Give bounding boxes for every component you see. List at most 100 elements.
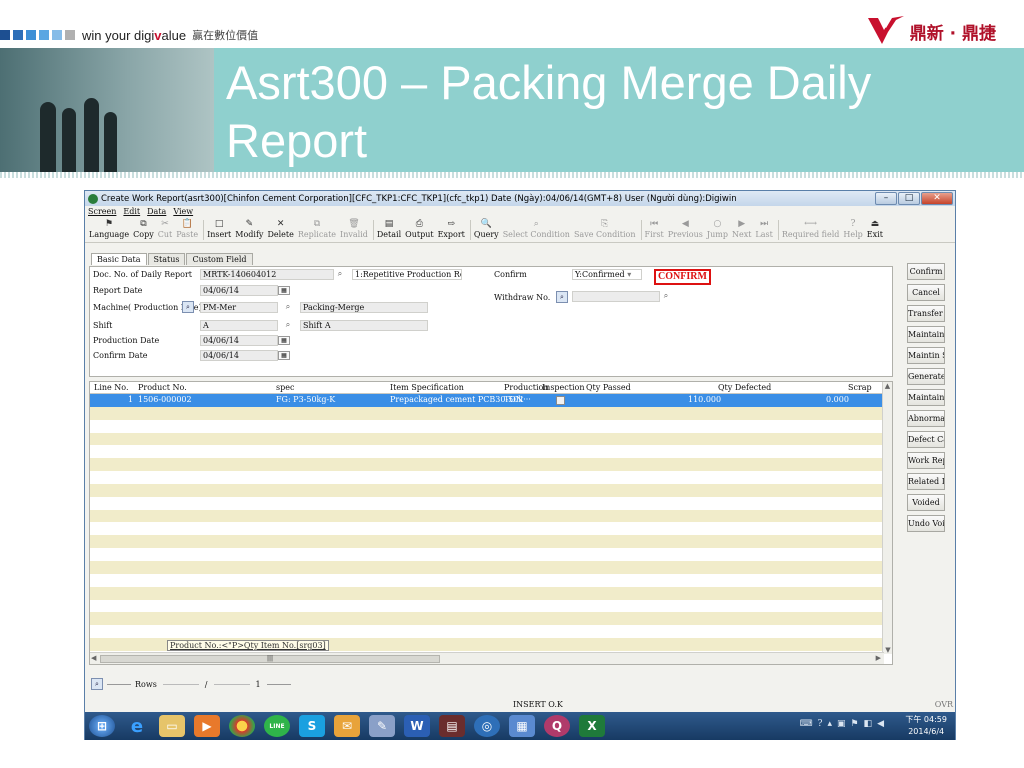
- word-icon[interactable]: W: [404, 715, 430, 737]
- inspection-checkbox[interactable]: [556, 396, 565, 405]
- cell-qty-defected[interactable]: 0.000: [826, 395, 849, 404]
- search-icon[interactable]: ⌕: [282, 320, 294, 331]
- calendar-icon[interactable]: ▦: [278, 286, 290, 295]
- search-icon[interactable]: ⌕: [660, 291, 672, 302]
- calendar-icon[interactable]: ▦: [278, 351, 290, 360]
- menu-view[interactable]: View: [173, 207, 193, 216]
- toolbar-detail-button[interactable]: ▤ Detail: [377, 219, 401, 242]
- search-app-icon[interactable]: Q: [544, 715, 570, 737]
- start-button-icon[interactable]: ⊞: [89, 715, 115, 737]
- toolbar-previous-button[interactable]: ◀ Previous: [668, 219, 703, 242]
- window-titlebar[interactable]: Create Work Report(asrt300)[Chinfon Ceme…: [85, 191, 955, 206]
- doc-no-field[interactable]: MRTK-140604012: [200, 269, 334, 280]
- toolbar-query-button[interactable]: 🔍 Query: [474, 219, 499, 242]
- confirm-date-field[interactable]: 04/06/14: [200, 350, 278, 361]
- tab-custom-field[interactable]: Custom Field: [186, 253, 253, 265]
- side-button-related-d[interactable]: Related D: [907, 473, 945, 490]
- minimize-button[interactable]: –: [875, 192, 897, 205]
- paint-icon[interactable]: ✎: [369, 715, 395, 737]
- report-type-select[interactable]: 1:Repetitive Production Report ▾: [352, 269, 462, 280]
- navigator-icon[interactable]: ⌕: [91, 678, 103, 690]
- maximize-button[interactable]: □: [898, 192, 920, 205]
- cell-line-no[interactable]: 1: [128, 395, 133, 404]
- network-app-icon[interactable]: ▦: [509, 715, 535, 737]
- machine-lookup-icon[interactable]: ⌕: [182, 301, 194, 313]
- tab-status[interactable]: Status: [147, 253, 186, 265]
- machine-field[interactable]: PM-Mer: [200, 302, 278, 313]
- toolbar-modify-button[interactable]: ✎ Modify: [235, 219, 263, 242]
- side-button-cancel[interactable]: Cancel: [907, 284, 945, 301]
- toolbar-delete-button[interactable]: ✕ Delete: [267, 219, 293, 242]
- toolbar-output-button[interactable]: ⎙ Output: [405, 219, 433, 242]
- excel-icon[interactable]: X: [579, 715, 605, 737]
- internet-explorer-icon[interactable]: e: [124, 715, 150, 737]
- scroll-right-icon[interactable]: ▶: [876, 654, 881, 662]
- cell-spec[interactable]: FG: P3-50kg-K: [276, 395, 335, 404]
- close-button[interactable]: ✕: [921, 192, 953, 205]
- side-button-defect-ca[interactable]: Defect Ca: [907, 431, 945, 448]
- skype-icon[interactable]: S: [299, 715, 325, 737]
- toolbar-first-button[interactable]: ⏮ First: [645, 219, 664, 242]
- cell-qty-passed[interactable]: 110.000: [688, 395, 721, 404]
- chrome-icon[interactable]: [229, 715, 255, 737]
- toolbar-cut-button[interactable]: ✂ Cut: [158, 219, 173, 242]
- media-player-icon[interactable]: ▶: [194, 715, 220, 737]
- side-button-confirm[interactable]: Confirm: [907, 263, 945, 280]
- col-qty-defected[interactable]: Qty Defected: [718, 383, 771, 392]
- col-inspection[interactable]: Inspection: [542, 383, 585, 392]
- col-scrap[interactable]: Scrap: [848, 383, 872, 392]
- cell-product-no[interactable]: 1506-000002: [138, 395, 192, 404]
- toolbar-exit-button[interactable]: ⏏ Exit: [867, 219, 883, 242]
- winrar-icon[interactable]: ▤: [439, 715, 465, 737]
- report-date-field[interactable]: 04/06/14: [200, 285, 278, 296]
- search-icon[interactable]: ⌕: [282, 302, 294, 313]
- col-qty-passed[interactable]: Qty Passed: [586, 383, 631, 392]
- toolbar-required-field-button[interactable]: ⟷ Required field: [782, 219, 840, 242]
- scrollbar-thumb[interactable]: |||: [100, 655, 440, 663]
- col-spec[interactable]: spec: [276, 383, 294, 392]
- toolbar-select-condition-button[interactable]: ⌕ Select Condition: [503, 219, 570, 242]
- confirm-select[interactable]: Y:Confirmed ▾: [572, 269, 642, 280]
- toolbar-copy-button[interactable]: ⧉ Copy: [133, 219, 154, 242]
- col-product-no[interactable]: Product No.: [138, 383, 187, 392]
- side-button-maintin-s[interactable]: Maintin S: [907, 347, 945, 364]
- side-button-abnormal[interactable]: Abnormal: [907, 410, 945, 427]
- toolbar-help-button[interactable]: ? Help: [843, 219, 862, 242]
- toolbar-invalid-button[interactable]: 🗑 Invalid: [340, 219, 368, 242]
- withdraw-lookup-icon[interactable]: ⌕: [556, 291, 568, 303]
- toolbar-save-condition-button[interactable]: ⎘ Save Condition: [574, 219, 636, 242]
- horizontal-scrollbar[interactable]: ◀ ||| ▶: [90, 652, 884, 664]
- menu-edit[interactable]: Edit: [123, 207, 140, 216]
- col-line-no[interactable]: Line No.: [94, 383, 129, 392]
- side-button-voided[interactable]: Voided: [907, 494, 945, 511]
- side-button-undo-voi[interactable]: Undo Voi: [907, 515, 945, 532]
- cell-production[interactable]: TON: [504, 395, 523, 404]
- toolbar-insert-button[interactable]: □ Insert: [207, 219, 231, 242]
- side-button-transfer-t[interactable]: Transfer t: [907, 305, 945, 322]
- line-icon[interactable]: LINE: [264, 715, 290, 737]
- media-center-icon[interactable]: ◎: [474, 715, 500, 737]
- taskbar-clock[interactable]: 下午 04:59 2014/6/4: [905, 714, 947, 738]
- calendar-icon[interactable]: ▦: [278, 336, 290, 345]
- toolbar-jump-button[interactable]: ○ Jump: [707, 219, 728, 242]
- toolbar-paste-button[interactable]: 📋 Paste: [176, 219, 198, 242]
- toolbar-export-button[interactable]: ⇨ Export: [438, 219, 465, 242]
- tab-basic-data[interactable]: Basic Data: [91, 253, 147, 265]
- scroll-left-icon[interactable]: ◀: [91, 654, 96, 662]
- menu-data[interactable]: Data: [147, 207, 166, 216]
- toolbar-last-button[interactable]: ⏭ Last: [755, 219, 772, 242]
- search-icon[interactable]: ⌕: [334, 269, 346, 280]
- outlook-icon[interactable]: ✉: [334, 715, 360, 737]
- vertical-scrollbar[interactable]: ▲ ▼: [882, 382, 892, 654]
- toolbar-replicate-button[interactable]: ⧉ Replicate: [298, 219, 336, 242]
- scroll-up-icon[interactable]: ▲: [883, 382, 892, 390]
- production-date-field[interactable]: 04/06/14: [200, 335, 278, 346]
- side-button-maintain[interactable]: Maintain: [907, 326, 945, 343]
- menu-screen[interactable]: Screen: [88, 207, 116, 216]
- scroll-down-icon[interactable]: ▼: [883, 646, 892, 654]
- col-item-spec[interactable]: Item Specification: [390, 383, 464, 392]
- toolbar-next-button[interactable]: ▶ Next: [732, 219, 751, 242]
- shift-field[interactable]: A: [200, 320, 278, 331]
- table-row[interactable]: 1 1506-000002 FG: P3-50kg-K Prepackaged cem…: [90, 394, 884, 407]
- folder-icon[interactable]: ▭: [159, 715, 185, 737]
